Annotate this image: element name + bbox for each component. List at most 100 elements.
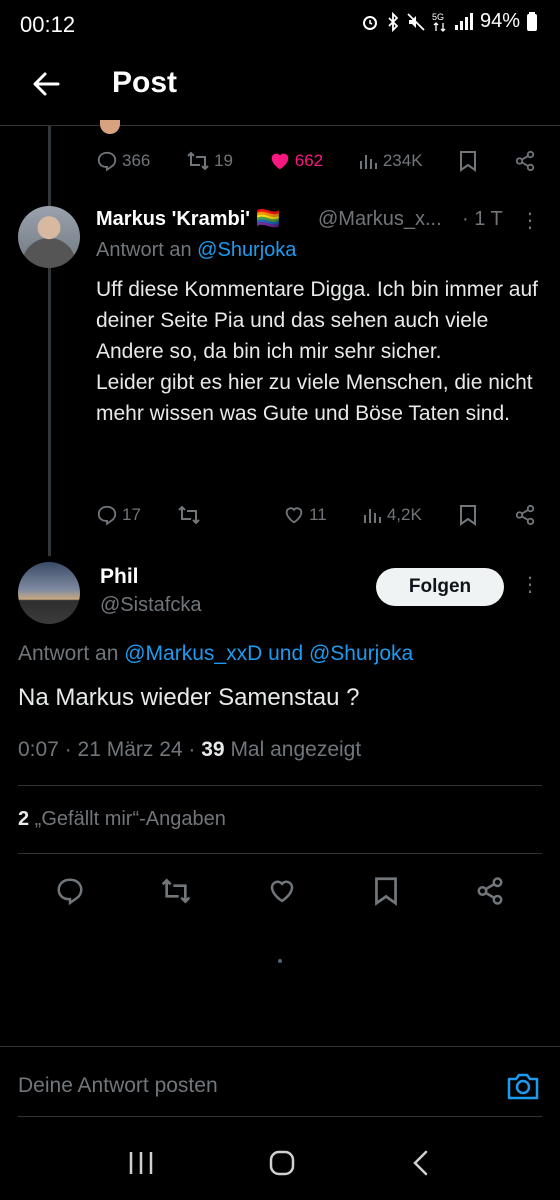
svg-text:5G: 5G [432, 12, 444, 22]
arrow-left-icon [33, 72, 60, 96]
page-title: Post [112, 66, 178, 99]
reply-icon [97, 505, 117, 526]
reply-to: Antwort an @Markus_xxD und @Shurjoka [18, 642, 413, 666]
tweet2-actions: 17 11 4,2K [96, 504, 536, 526]
mention-link[interactable]: @Shurjoka [197, 239, 296, 261]
tweet-time: · 1 T [462, 208, 503, 230]
heart-icon [285, 507, 303, 524]
status-icons: 5G 94% [360, 10, 538, 33]
avatar[interactable] [18, 562, 80, 624]
share-icon [515, 504, 535, 526]
views-action[interactable]: 4,2K [363, 505, 422, 525]
views-icon [359, 155, 377, 169]
battery-icon [527, 11, 537, 31]
system-nav-bar [0, 1126, 560, 1200]
tweet-datetime: 0:07 · 21 März 24 · [18, 738, 202, 761]
views-action[interactable]: 234K [359, 151, 423, 171]
bluetooth-icon [388, 11, 399, 32]
bookmark-button[interactable] [372, 876, 400, 906]
home-button[interactable] [268, 1149, 296, 1177]
likes-summary[interactable]: 2 „Gefällt mir“-Angaben [18, 808, 226, 831]
repost-icon [187, 151, 209, 171]
chevron-left-icon [413, 1150, 428, 1176]
like-count: 11 [309, 505, 327, 524]
mention-link[interactable]: @Shurjoka [309, 642, 413, 665]
recent-apps-button[interactable] [127, 1150, 155, 1176]
share-action[interactable] [514, 150, 536, 172]
views-icon [363, 509, 381, 523]
alarm-icon [362, 15, 377, 30]
reply-count: 17 [122, 505, 141, 524]
camera-button[interactable] [506, 1070, 540, 1107]
view-count: 39 [201, 738, 225, 761]
bookmark-action[interactable] [458, 504, 478, 526]
status-time: 00:12 [20, 12, 76, 37]
battery-percent: 94% [479, 10, 520, 32]
share-action[interactable] [514, 504, 536, 526]
share-icon [477, 877, 503, 905]
divider [18, 785, 542, 786]
composer-underline [18, 1116, 542, 1117]
more-options-icon[interactable]: ⋮ [520, 208, 540, 233]
tweet-text: Na Markus wieder Samenstau ? [18, 684, 360, 711]
repost-action[interactable]: 19 [186, 150, 233, 172]
composer-divider [0, 1046, 560, 1047]
tweet-text-content: Uff diese Kommentare Digga. Ich bin imme… [96, 278, 538, 425]
views-count: 234K [382, 151, 423, 170]
repost-action[interactable] [177, 504, 247, 526]
view-count-label: Mal angezeigt [224, 738, 362, 761]
back-button[interactable] [26, 64, 66, 104]
reply-input[interactable]: Deine Antwort posten [18, 1074, 218, 1098]
emoji-partial [100, 120, 120, 134]
reply-count: 366 [122, 151, 151, 170]
like-action[interactable]: 662 [269, 150, 323, 172]
loading-dot [278, 959, 282, 963]
main-tweet-actions [18, 866, 542, 916]
camera-icon [507, 1073, 539, 1100]
views-count: 4,2K [386, 505, 422, 524]
mention-link[interactable]: @Markus_xxD [124, 642, 262, 665]
header-divider [0, 125, 560, 126]
author-handle[interactable]: @Markus_x... [318, 208, 442, 231]
heart-filled-icon [271, 153, 288, 170]
repost-count: 19 [214, 151, 234, 170]
5g-icon: 5G [432, 12, 446, 32]
tweet-text: Uff diese Kommentare Digga. Ich bin imme… [96, 274, 546, 429]
repost-icon [178, 505, 200, 525]
home-icon [269, 1150, 295, 1176]
reply-to-label: Antwort an [96, 239, 192, 261]
divider [18, 853, 542, 854]
reply-icon [57, 878, 83, 906]
repost-icon [161, 878, 191, 904]
author-handle[interactable]: @Sistafcka [100, 594, 201, 617]
bookmark-icon [374, 877, 397, 906]
reply-icon [97, 151, 117, 172]
thread-line [48, 126, 51, 556]
follow-button[interactable]: Folgen [376, 568, 504, 606]
like-action[interactable]: 11 [283, 504, 327, 526]
share-button[interactable] [475, 876, 505, 906]
reply-action[interactable]: 17 [96, 504, 141, 526]
top-reply-actions: 366 19 662 234K [96, 150, 536, 172]
author-name[interactable]: Phil [100, 565, 139, 589]
back-nav-button[interactable] [409, 1149, 433, 1177]
bookmark-action[interactable] [458, 150, 478, 172]
repost-button[interactable] [160, 876, 192, 906]
reply-to-label: Antwort an [18, 642, 119, 665]
bookmark-icon [460, 151, 477, 172]
author-name[interactable]: Markus 'Krambi' 🏳️‍🌈 [96, 206, 280, 231]
reply-action[interactable]: 366 [96, 150, 150, 172]
likes-label: „Gefällt mir“-Angaben [29, 808, 226, 830]
more-options-icon[interactable]: ⋮ [520, 572, 540, 597]
reply-button[interactable] [55, 876, 85, 906]
reply-to: Antwort an @Shurjoka [96, 239, 296, 262]
heart-icon [270, 880, 294, 903]
avatar[interactable] [18, 206, 80, 268]
mute-icon [407, 12, 425, 31]
like-button[interactable] [267, 876, 297, 906]
reply-and-label[interactable]: und [268, 642, 303, 665]
bookmark-icon [459, 505, 476, 526]
share-icon [515, 150, 535, 172]
likes-number: 2 [18, 808, 30, 830]
tweet-meta: 0:07 · 21 März 24 · 39 Mal angezeigt [18, 738, 361, 762]
